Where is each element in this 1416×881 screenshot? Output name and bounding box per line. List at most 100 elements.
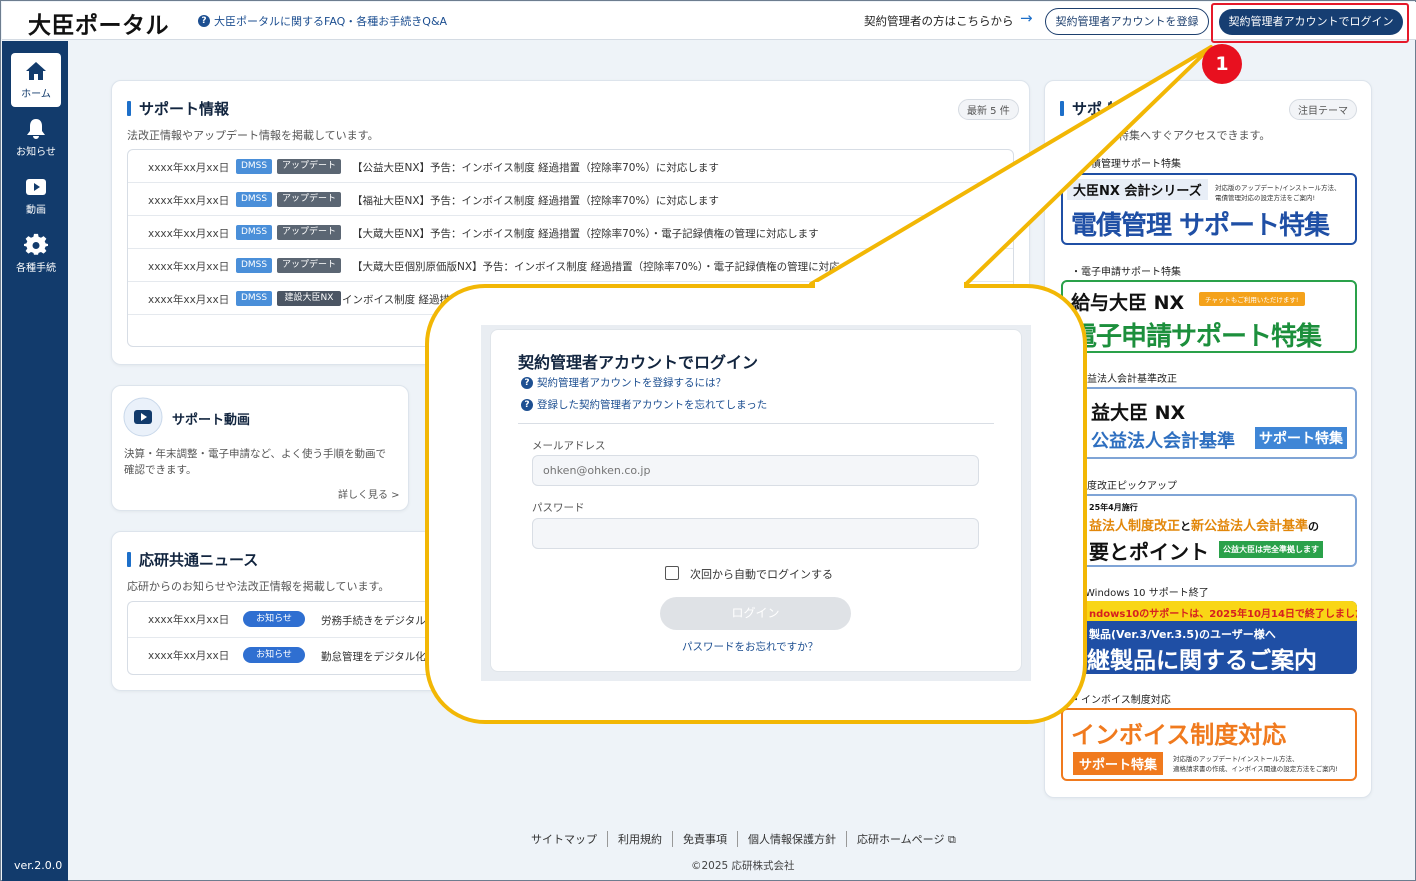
more-link[interactable]: 詳しく見る > — [338, 486, 400, 501]
banner-chip: 公益大臣は完全準拠します — [1219, 541, 1323, 558]
banner-koeki[interactable]: 益大臣 NX 公益法人会計基準 サポート特集 — [1061, 387, 1357, 459]
item-title: 【福祉大臣NX】予告：インボイス制度 経過措置（控除率70%）に対応します — [352, 195, 719, 207]
footer-link-homepage[interactable]: 応研ホームページ ⧉ — [846, 831, 966, 847]
sidebar-item-label: ホーム — [21, 89, 51, 100]
sidebar-item-procedures[interactable]: 各種手続 — [11, 227, 61, 281]
notice-tag: お知らせ — [243, 647, 305, 663]
feature-label: 債管理サポート特集 — [1091, 159, 1181, 170]
email-label: メールアドレス — [532, 440, 606, 452]
notice-tag: お知らせ — [243, 611, 305, 627]
top-header: 大臣ポータル ? 大臣ポータルに関するFAQ・各種お手続きQ&A 契約管理者の方… — [2, 2, 1416, 40]
password-field[interactable] — [532, 518, 979, 549]
forgot-password-link[interactable]: パスワードをお忘れですか？ — [682, 639, 818, 654]
register-help-link[interactable]: ? 契約管理者アカウントを登録するには？ — [521, 375, 726, 390]
banner-line-part: と — [1180, 520, 1192, 533]
banner-note: 電債管理対応の設定方法をご案内! — [1215, 194, 1316, 202]
item-date: xxxx年xx月xx日 — [148, 650, 230, 662]
list-item[interactable]: xxxx年xx月xx日 お知らせ 労務手続きをデジタル — [128, 602, 447, 638]
highlight-box — [1211, 3, 1409, 43]
feature-label: ・電子申請サポート特集 — [1071, 267, 1181, 278]
banner-invoice[interactable]: インボイス制度対応 サポート特集 対応版のアップデート/インストール方法、 適格… — [1061, 708, 1357, 781]
dmss-tag: DMSS — [236, 159, 272, 174]
item-date: xxxx年xx月xx日 — [148, 228, 230, 240]
video-icon — [26, 179, 46, 195]
password-label: パスワード — [532, 502, 585, 514]
sidebar-item-news[interactable]: お知らせ — [11, 111, 61, 165]
item-title: 【公益大臣NX】予告：インボイス制度 経過措置（控除率70%）に対応します — [352, 162, 719, 174]
list-item[interactable]: xxxx年xx月xx日 DMSS アップデート 【大蔵大臣個別原価版NX】予告：… — [128, 249, 1013, 282]
banner-note: 適格請求書の作成、インボイス関連の設定方法をご案内! — [1173, 765, 1338, 773]
banner-denshi-saiken[interactable]: 大臣NX 会計シリーズ 対応版のアップデート/インストール方法、 電債管理対応の… — [1061, 173, 1357, 245]
login-title: 契約管理者アカウントでログイン — [518, 353, 759, 372]
item-title: 【大蔵大臣個別原価版NX】予告：インボイス制度 経過措置（控除率70%）・電子記… — [352, 261, 840, 273]
item-title: 勤怠管理をデジタル化 — [321, 651, 426, 663]
forgot-account-link[interactable]: ? 登録した契約管理者アカウントを忘れてしまった — [521, 397, 767, 412]
common-news-list: xxxx年xx月xx日 お知らせ 労務手続きをデジタル xxxx年xx月xx日 … — [127, 601, 447, 675]
version-label: ver.2.0.0 — [14, 859, 63, 872]
dmss-tag: DMSS — [236, 192, 272, 207]
item-date: xxxx年xx月xx日 — [148, 614, 230, 626]
email-field[interactable] — [532, 455, 979, 486]
sidebar-item-label: 動画 — [26, 205, 46, 216]
banner-head: 益大臣 NX — [1091, 402, 1186, 424]
dmss-tag: DMSS — [236, 258, 272, 273]
item-title: 労務手続きをデジタル — [321, 615, 426, 627]
banner-note: 対応版のアップデート/インストール方法、 — [1215, 184, 1341, 192]
home-icon — [26, 62, 46, 80]
support-info-subtitle: 法改正情報やアップデート情報を掲載しています。 — [127, 129, 379, 142]
external-link-icon: ⧉ — [947, 833, 956, 846]
banner-note: 対応版のアップデート/インストール方法、 — [1173, 755, 1299, 763]
portal-window: 大臣ポータル ? 大臣ポータルに関するFAQ・各種お手続きQ&A 契約管理者の方… — [0, 0, 1416, 881]
portal-logo[interactable]: 大臣ポータル — [28, 6, 169, 40]
banner-windows10[interactable]: ndows10のサポートは、2025年10月14日で終了しました。 製品(Ver… — [1061, 601, 1357, 674]
banner-chip: サポート特集 — [1073, 752, 1164, 775]
support-info-title: サポート情報 — [127, 98, 229, 119]
sidebar-item-home[interactable]: ホーム — [11, 53, 61, 107]
bell-icon — [27, 119, 45, 139]
footer-link-privacy[interactable]: 個人情報保護方針 — [737, 831, 846, 847]
banner-title: 公益法人会計基準 — [1091, 431, 1235, 452]
banner-title: 電債管理 サポート特集 — [1071, 211, 1330, 241]
sidebar-item-video[interactable]: 動画 — [11, 169, 61, 223]
remember-checkbox[interactable] — [665, 566, 679, 580]
banner-title: インボイス制度対応 — [1071, 721, 1287, 749]
link-label: 登録した契約管理者アカウントを忘れてしまった — [537, 399, 768, 411]
footer-link-sitemap[interactable]: サイトマップ — [521, 831, 607, 847]
banner-chip: サポート特集 — [1255, 427, 1347, 449]
banner-head: 給与大臣 NX — [1071, 292, 1185, 314]
banner-head: 大臣NX 会計シリーズ — [1067, 179, 1208, 200]
faq-link[interactable]: ? 大臣ポータルに関するFAQ・各種お手続きQ&A — [198, 13, 447, 29]
item-date: xxxx年xx月xx日 — [148, 162, 230, 174]
list-item[interactable]: xxxx年xx月xx日 DMSS アップデート 【大蔵大臣NX】予告：インボイス… — [128, 216, 1013, 249]
category-tag: アップデート — [277, 159, 341, 174]
featured-theme-badge: 注目テーマ — [1289, 99, 1357, 120]
play-icon — [123, 397, 163, 437]
footer-link-terms[interactable]: 利用規約 — [607, 831, 672, 847]
sidebar-item-label: 各種手続 — [16, 263, 56, 274]
support-video-desc-1: 決算・年末調整・電子申請など、よく使う手順を動画で — [124, 448, 386, 460]
banner-system-reform[interactable]: 25年4月施行 益法人制度改正と新公益法人会計基準の 要とポイント 公益大臣は完… — [1061, 494, 1357, 567]
list-item[interactable]: xxxx年xx月xx日 DMSS アップデート 【福祉大臣NX】予告：インボイス… — [128, 183, 1013, 216]
category-tag: 建設大臣NX — [277, 291, 341, 306]
faq-link-label: 大臣ポータルに関するFAQ・各種お手続きQ&A — [214, 15, 448, 28]
banner-head: 25年4月施行 — [1089, 503, 1138, 512]
dmss-tag: DMSS — [236, 291, 272, 306]
footer-link-disclaimer[interactable]: 免責事項 — [672, 831, 737, 847]
support-video-title: サポート動画 — [172, 413, 251, 428]
list-item[interactable]: xxxx年xx月xx日 お知らせ 勤怠管理をデジタル化 — [128, 638, 447, 674]
copyright: ©2025 応研株式会社 — [691, 860, 795, 872]
dmss-tag: DMSS — [236, 225, 272, 240]
banner-e-filing[interactable]: 給与大臣 NX チャットもご利用いただけます! 電子申請サポート特集 — [1061, 280, 1357, 353]
link-label: 契約管理者アカウントを登録するには？ — [537, 377, 726, 389]
banner-title: 継製品に関するご案内 — [1087, 648, 1317, 674]
feature-label: 度改正ピックアップ — [1087, 481, 1177, 492]
question-icon: ? — [521, 376, 533, 389]
gear-icon — [24, 233, 48, 255]
support-video-desc-2: 確認できます。 — [124, 464, 197, 476]
register-admin-button[interactable]: 契約管理者アカウントを登録 — [1045, 8, 1209, 35]
remember-label: 次回から自動でログインする — [690, 568, 833, 581]
list-item[interactable]: xxxx年xx月xx日 DMSS アップデート 【公益大臣NX】予告：インボイス… — [128, 150, 1013, 183]
question-icon: ? — [521, 398, 533, 411]
login-submit-button[interactable]: ログイン — [660, 597, 851, 630]
common-news-title: 応研共通ニュース — [127, 549, 258, 570]
